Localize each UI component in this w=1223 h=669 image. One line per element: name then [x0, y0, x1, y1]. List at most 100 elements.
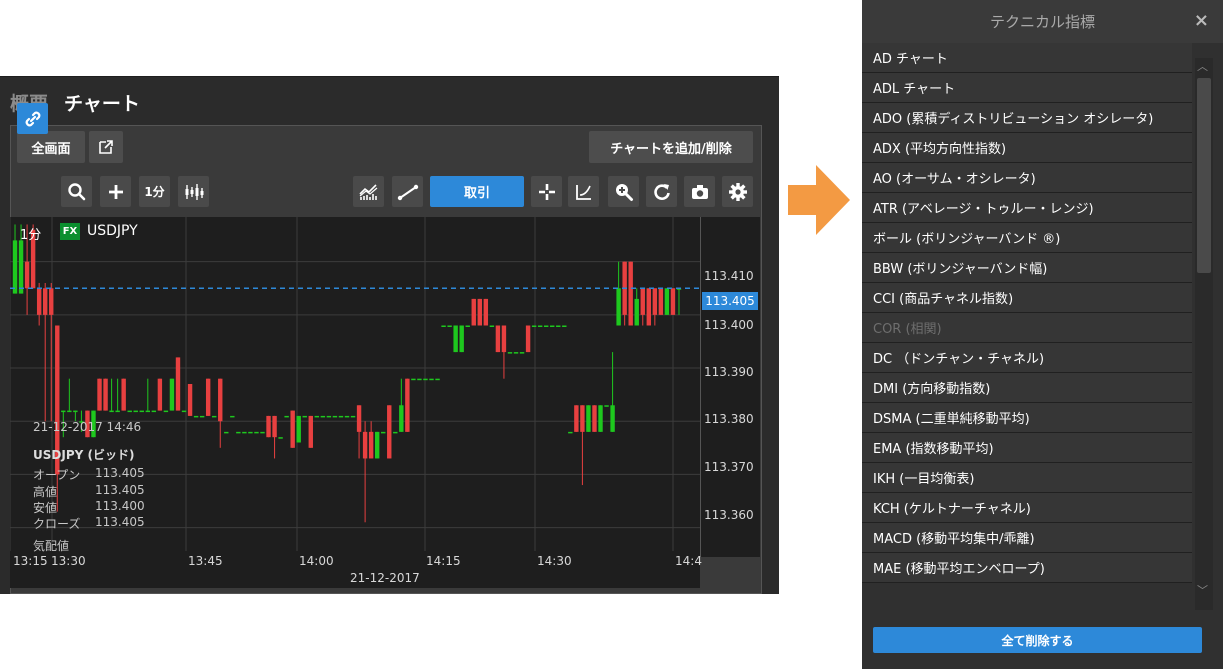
candle-body	[519, 352, 525, 354]
scroll-up-icon[interactable]: ︿	[1197, 58, 1208, 74]
link-button[interactable]	[17, 103, 48, 134]
time-tick: 13:15	[13, 554, 48, 568]
settings-button[interactable]	[722, 176, 753, 207]
screenshot-button[interactable]	[684, 176, 715, 207]
indicator-item[interactable]: KCH (ケルトナーチャネル)	[862, 493, 1192, 523]
indicator-item[interactable]: DMI (方向移動指数)	[862, 373, 1192, 403]
candle-body	[49, 288, 54, 315]
candle-body	[652, 288, 658, 315]
arrow-right-icon	[788, 165, 850, 235]
indicator-item[interactable]: MACD (移動平均集中/乖離)	[862, 523, 1192, 553]
candle-body	[278, 437, 283, 439]
indicator-item[interactable]: DSMA (二重単純移動平均)	[862, 403, 1192, 433]
search-icon	[67, 182, 85, 200]
candle-body	[362, 431, 368, 459]
candle-body	[664, 288, 670, 315]
candle-body	[284, 415, 289, 418]
candle-body	[145, 410, 151, 413]
candle-body	[248, 431, 253, 434]
candle-body	[368, 431, 374, 459]
indicator-item[interactable]: IKH (一目均衡表)	[862, 463, 1192, 493]
link-icon	[25, 111, 40, 126]
trade-button[interactable]: 取引	[430, 176, 524, 207]
hover-value: 113.405	[95, 483, 145, 497]
hover-title: USDJPY (ビッド)	[33, 448, 135, 462]
time-tick: 13:30	[51, 554, 86, 568]
candle-body	[242, 431, 247, 434]
technical-indicators-panel: テクニカル指標 × AD チャート ADL チャート ADO (累積ディストリビュー…	[862, 0, 1223, 669]
fullscreen-button[interactable]: 全画面	[17, 131, 85, 163]
candle-body	[169, 378, 175, 411]
tab-chart[interactable]: チャート	[64, 89, 140, 116]
time-tick: 14:30	[537, 554, 572, 568]
candle-body	[616, 288, 621, 326]
hover-datetime: 21-12-2017 14:46	[33, 420, 142, 434]
indicators-button[interactable]	[353, 176, 384, 207]
hover-label: 安値	[33, 501, 58, 515]
indicator-item[interactable]: ADO (累積ディストリビューション オシレータ)	[862, 103, 1192, 133]
axis-icon	[575, 184, 591, 200]
candle-body	[646, 288, 652, 326]
indicator-item[interactable]: ADX (平均方向性指数)	[862, 133, 1192, 163]
candle-body	[205, 378, 211, 416]
remove-all-button[interactable]: 全て削除する	[873, 627, 1202, 653]
candle-body	[495, 325, 501, 353]
scrollbar-thumb[interactable]	[1197, 78, 1211, 273]
indicator-item[interactable]: ATR (アベレージ・トゥルー・レンジ)	[862, 193, 1192, 223]
panel-header: テクニカル指標 ×	[862, 0, 1223, 43]
candle-body	[338, 415, 344, 418]
candle-body	[598, 405, 603, 432]
hover-label: 高値	[33, 485, 58, 499]
indicator-chart-icon	[358, 183, 377, 200]
indicator-item[interactable]: EMA (指数移動平均)	[862, 433, 1192, 463]
indicator-item[interactable]: DC （ドンチャン・チャネル)	[862, 343, 1192, 373]
indicator-item[interactable]: BBW (ボリンジャーバンド幅)	[862, 253, 1192, 283]
interval-button[interactable]: 1分	[139, 176, 170, 207]
zoom-button[interactable]	[608, 176, 639, 207]
gear-icon	[728, 182, 747, 201]
candle-body	[296, 415, 301, 443]
candle-body	[350, 415, 356, 418]
time-tick: 13:45	[188, 554, 223, 568]
candle-body	[604, 405, 609, 407]
candle-body	[187, 384, 193, 416]
candle-body	[423, 378, 428, 381]
indicator-item[interactable]: MAE (移動平均エンベロープ)	[862, 553, 1192, 583]
chart-type-button[interactable]	[178, 176, 209, 207]
close-icon[interactable]: ×	[1194, 10, 1209, 31]
candle-body	[586, 405, 591, 432]
search-button[interactable]	[61, 176, 92, 207]
axis-scale-button[interactable]	[568, 176, 599, 207]
add-button[interactable]	[100, 176, 131, 207]
candle-body	[513, 352, 519, 354]
symbol-label[interactable]: USDJPY	[87, 223, 138, 239]
candle-body	[441, 325, 446, 327]
candle-body	[36, 288, 42, 315]
candle-body	[218, 378, 223, 422]
candle-body	[483, 298, 489, 326]
draw-line-button[interactable]	[392, 176, 423, 207]
indicator-item[interactable]: AD チャート	[862, 43, 1192, 73]
hover-value: 113.400	[95, 499, 145, 513]
current-price-tag: 113.405	[702, 292, 758, 310]
indicator-item[interactable]: ADL チャート	[862, 73, 1192, 103]
candle-body	[556, 325, 561, 327]
crosshair-button[interactable]	[531, 176, 562, 207]
scroll-down-icon[interactable]: ﹀	[1197, 582, 1208, 598]
indicator-item: COR (相関)	[862, 313, 1192, 343]
candle-body	[199, 415, 205, 418]
candle-body	[266, 415, 271, 438]
indicator-item[interactable]: AO (オーサム・オシレータ)	[862, 163, 1192, 193]
candle-body	[61, 410, 66, 413]
candle-body	[531, 325, 537, 327]
candle-body	[568, 431, 573, 434]
candle-body	[459, 325, 464, 353]
add-remove-chart-button[interactable]: チャートを追加/削除	[589, 131, 753, 163]
indicator-item[interactable]: ボール (ボリンジャーバンド ®)	[862, 223, 1192, 253]
popout-button[interactable]	[89, 131, 123, 163]
price-axis[interactable]	[700, 217, 760, 557]
indicator-item[interactable]: CCI (商品チャネル指数)	[862, 283, 1192, 313]
candle-body	[580, 405, 585, 432]
trendline-icon	[397, 184, 418, 200]
refresh-button[interactable]	[646, 176, 677, 207]
